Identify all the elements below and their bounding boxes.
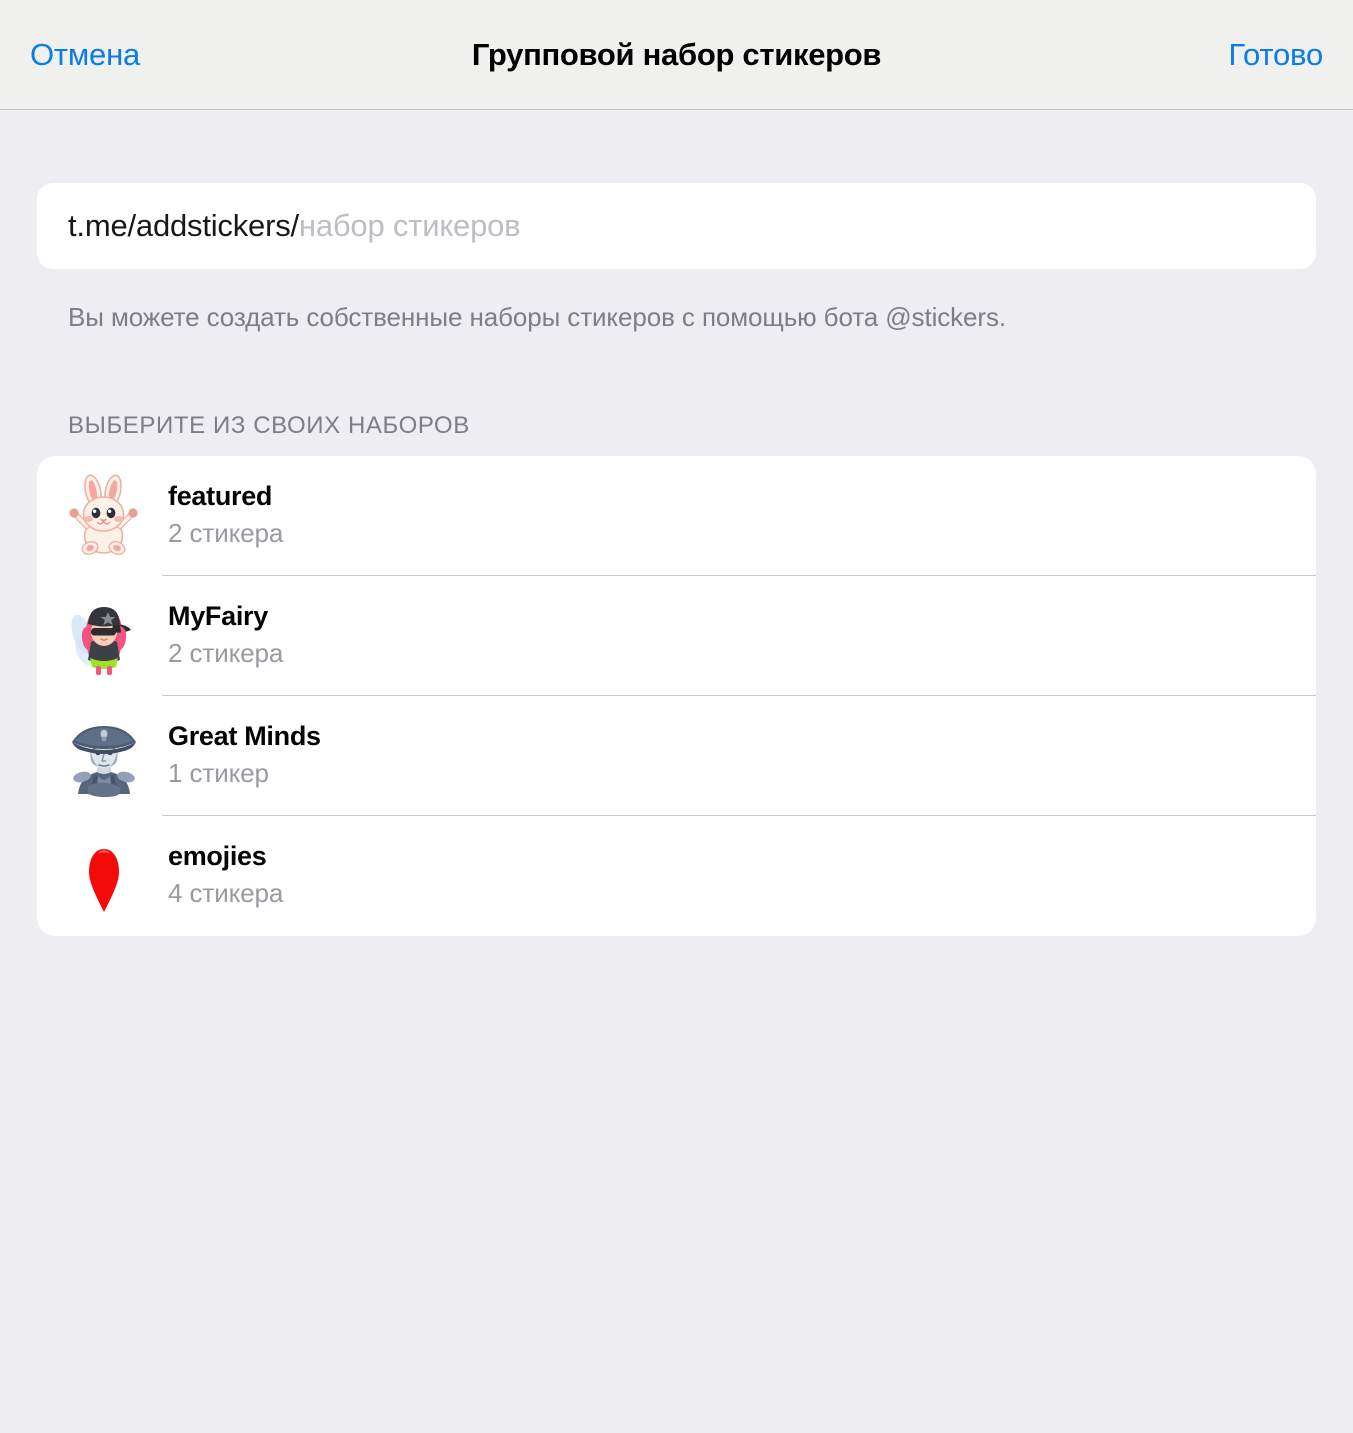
sticker-set-row-featured[interactable]: featured 2 стикера: [37, 456, 1316, 576]
sticker-set-row-great-minds[interactable]: Great Minds 1 стикер: [37, 696, 1316, 816]
sticker-set-texts: Great Minds 1 стикер: [168, 720, 321, 791]
done-button[interactable]: Готово: [1228, 37, 1323, 73]
sticker-link-text: t.me/addstickers/набор стикеров: [68, 208, 521, 244]
own-sticker-sets-list: featured 2 стикера MyFairy 2 стикера Gre…: [37, 455, 1316, 936]
content-area: t.me/addstickers/набор стикеров Вы может…: [0, 183, 1353, 1433]
sticker-set-count: 2 стикера: [168, 518, 284, 549]
sticker-set-count: 4 стикера: [168, 878, 284, 909]
napoleon-sticker-icon: [68, 714, 140, 798]
bunny-sticker-icon: [68, 473, 140, 558]
sticker-set-title: featured: [168, 480, 273, 511]
red-pin-sticker-icon: [68, 834, 140, 918]
own-sets-section-header: ВЫБЕРИТЕ ИЗ СВОИХ НАБОРОВ: [68, 411, 470, 439]
fairy-sticker-icon: [68, 594, 140, 678]
sticker-set-count: 1 стикер: [168, 758, 269, 789]
sticker-set-texts: featured 2 стикера: [168, 480, 283, 551]
sticker-link-placeholder: набор стикеров: [298, 208, 521, 243]
sticker-set-title: MyFairy: [168, 600, 268, 631]
sticker-set-texts: emojies 4 стикера: [168, 840, 283, 911]
sticker-set-texts: MyFairy 2 стикера: [168, 600, 283, 671]
sticker-set-title: Great Minds: [168, 720, 321, 751]
navigation-bar: Отмена Групповой набор стикеров Готово: [0, 0, 1353, 110]
sticker-bot-hint: Вы можете создать собственные наборы сти…: [68, 302, 1006, 332]
sticker-set-title: emojies: [168, 840, 267, 871]
sticker-link-field[interactable]: t.me/addstickers/набор стикеров: [37, 183, 1316, 269]
sticker-set-row-emojies[interactable]: emojies 4 стикера: [37, 816, 1316, 936]
sticker-set-row-myfairy[interactable]: MyFairy 2 стикера: [37, 576, 1316, 696]
sticker-set-count: 2 стикера: [168, 638, 284, 669]
page-title: Групповой набор стикеров: [471, 36, 882, 72]
cancel-button[interactable]: Отмена: [30, 37, 140, 73]
sticker-link-prefix: t.me/addstickers/: [68, 208, 299, 243]
